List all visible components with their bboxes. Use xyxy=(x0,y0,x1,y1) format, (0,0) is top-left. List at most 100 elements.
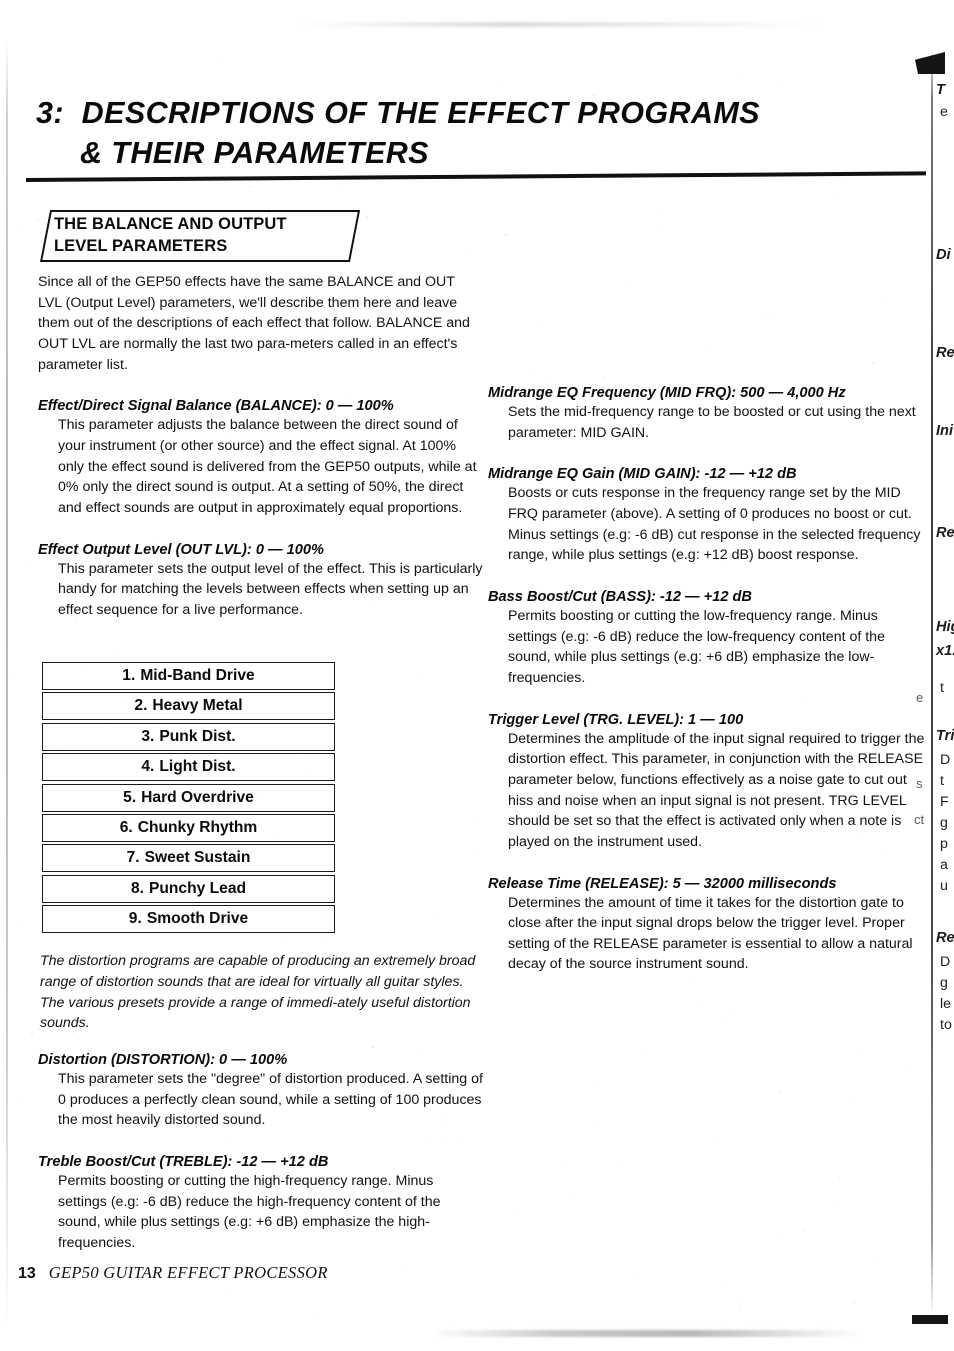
scan-speck xyxy=(775,312,777,314)
scan-speck xyxy=(837,192,839,194)
sliver-text-fragment: Di xyxy=(936,247,951,263)
scan-speck xyxy=(216,61,218,63)
parameter-distortion: Distortion (DISTORTION): 0 — 100% This p… xyxy=(38,1052,483,1131)
sliver-text-fragment: Tri xyxy=(936,728,954,744)
chapter-title: DESCRIPTIONS OF THE EFFECT PROGRAMS xyxy=(81,96,760,130)
program-number: 9. xyxy=(128,910,142,928)
chapter-number: 3: xyxy=(36,96,64,130)
scan-speck xyxy=(775,85,777,87)
section-header-line-1: THE BALANCE AND OUTPUT xyxy=(54,215,287,233)
scan-speck xyxy=(24,564,26,566)
scan-speck xyxy=(23,223,25,225)
gutter-bleed-mark: e xyxy=(916,690,924,705)
footer-document-title: GEP50 GUITAR EFFECT PROCESSOR xyxy=(48,1263,328,1282)
program-number: 2. xyxy=(134,697,148,715)
sliver-text-fragment: e xyxy=(940,104,948,120)
scan-speck xyxy=(885,295,887,297)
sliver-text-fragment: t xyxy=(940,773,944,789)
program-name: Light Dist. xyxy=(159,758,236,776)
program-name: Punk Dist. xyxy=(159,727,236,745)
left-column-lower: Distortion (DISTORTION): 0 — 100% This p… xyxy=(38,1052,483,1254)
scan-speck xyxy=(592,1124,594,1126)
parameter-out-lvl: Effect Output Level (OUT LVL): 0 — 100% … xyxy=(38,542,483,621)
scan-smudge-bottom xyxy=(430,1330,860,1337)
scan-speck xyxy=(721,1282,723,1284)
facing-page-sliver: TeDiReIniReHigx1.tTriDtFgpauRelDgleto xyxy=(934,60,954,1310)
scan-edge-right xyxy=(931,48,933,1316)
parameter-heading: Midrange EQ Frequency (MID FRQ): 500 — 4… xyxy=(488,385,846,401)
sliver-text-fragment: u xyxy=(940,878,948,894)
page-title-line-1: 3: DESCRIPTIONS OF THE EFFECT PROGRAMS xyxy=(36,96,914,131)
parameter-treble: Treble Boost/Cut (TREBLE): -12 — +12 dB … xyxy=(38,1154,483,1254)
scan-speck xyxy=(20,922,21,924)
parameter-body: Determines the amount of time it takes f… xyxy=(508,894,913,973)
scan-speck xyxy=(337,185,339,187)
scan-speck xyxy=(365,216,368,219)
scan-speck xyxy=(629,284,631,286)
scan-speck xyxy=(834,1203,836,1205)
scan-speck xyxy=(663,211,665,213)
scan-speck xyxy=(568,1194,570,1196)
scan-speck xyxy=(439,918,441,920)
scan-speck xyxy=(114,649,116,651)
sliver-text-fragment: g xyxy=(940,975,948,991)
sliver-text-fragment: Rel xyxy=(936,930,954,946)
scan-speck xyxy=(469,252,471,254)
sliver-text-fragment: Hig xyxy=(936,619,954,635)
sliver-text-fragment: le xyxy=(940,996,952,1012)
parameter-heading: Release Time (RELEASE): 5 — 32000 millis… xyxy=(488,875,837,892)
program-list-item: 2. Heavy Metal xyxy=(42,692,335,721)
parameter-trg-level: Trigger Level (TRG. LEVEL): 1 — 100 Dete… xyxy=(488,712,928,853)
scan-speck xyxy=(662,227,664,229)
program-number: 1. xyxy=(122,667,136,684)
program-list-item: 3. Punk Dist. xyxy=(42,722,335,751)
scan-speck xyxy=(504,233,507,236)
scan-speck xyxy=(700,999,702,1001)
scan-speck xyxy=(313,1311,315,1313)
scan-speck xyxy=(400,1271,402,1272)
sliver-text-fragment: p xyxy=(940,836,948,852)
parameter-balance: Effect/Direct Signal Balance (BALANCE): … xyxy=(38,398,483,518)
scan-speck xyxy=(837,1176,840,1179)
manual-page: 3: DESCRIPTIONS OF THE EFFECT PROGRAMS &… xyxy=(0,0,954,1351)
program-list-item: 8. Punchy Lead xyxy=(42,874,335,903)
scan-speck xyxy=(280,936,282,938)
parameter-release: Release Time (RELEASE): 5 — 32000 millis… xyxy=(488,876,928,976)
scan-speck xyxy=(641,1048,643,1050)
sliver-text-fragment: Re xyxy=(936,525,954,541)
sliver-text-fragment: F xyxy=(940,794,949,810)
scan-speck xyxy=(871,361,874,364)
section-header: THE BALANCE AND OUTPUT LEVEL PARAMETERS xyxy=(40,210,361,262)
scan-speck xyxy=(598,1086,600,1088)
program-number: 6. xyxy=(119,818,133,836)
parameter-body: Determines the amplitude of the input si… xyxy=(508,730,925,850)
parameter-mid-frq: Midrange EQ Frequency (MID FRQ): 500 — 4… xyxy=(488,385,928,443)
page-footer: 13 GEP50 GUITAR EFFECT PROCESSOR xyxy=(18,1263,328,1283)
scan-speck xyxy=(249,185,252,188)
parameter-body: Permits boosting or cutting the high-fre… xyxy=(58,1172,441,1251)
scan-speck xyxy=(30,1033,33,1036)
sliver-text-fragment: a xyxy=(940,857,948,873)
scan-speck xyxy=(909,1066,911,1068)
parameter-body: Permits boosting or cutting the low-freq… xyxy=(508,607,885,686)
scan-speck xyxy=(735,1298,737,1300)
scan-speck xyxy=(501,86,503,88)
parameter-bass: Bass Boost/Cut (BASS): -12 — +12 dB Perm… xyxy=(488,589,928,689)
program-name: Sweet Sustain xyxy=(144,849,251,867)
program-list-item: 7. Sweet Sustain xyxy=(42,844,335,873)
scan-speck xyxy=(862,1053,864,1055)
sliver-text-fragment: g xyxy=(940,815,948,831)
program-name: Chunky Rhythm xyxy=(137,818,258,836)
scan-speck xyxy=(719,1016,721,1018)
scan-speck xyxy=(372,1046,375,1049)
right-column: Midrange EQ Frequency (MID FRQ): 500 — 4… xyxy=(488,385,928,975)
sliver-text-fragment: Re xyxy=(936,345,954,361)
scan-speck xyxy=(564,1167,566,1169)
sliver-text-fragment: t xyxy=(940,680,944,696)
sliver-text-fragment: D xyxy=(940,752,951,768)
program-list-item: 1. Mid-Band Drive xyxy=(42,662,335,690)
program-list: 1. Mid-Band Drive 2. Heavy Metal 3. Punk Di… xyxy=(42,662,335,936)
distortion-note: The distortion programs are capable of p… xyxy=(40,953,476,1032)
program-number: 3. xyxy=(141,727,155,745)
scan-speck xyxy=(537,321,539,323)
